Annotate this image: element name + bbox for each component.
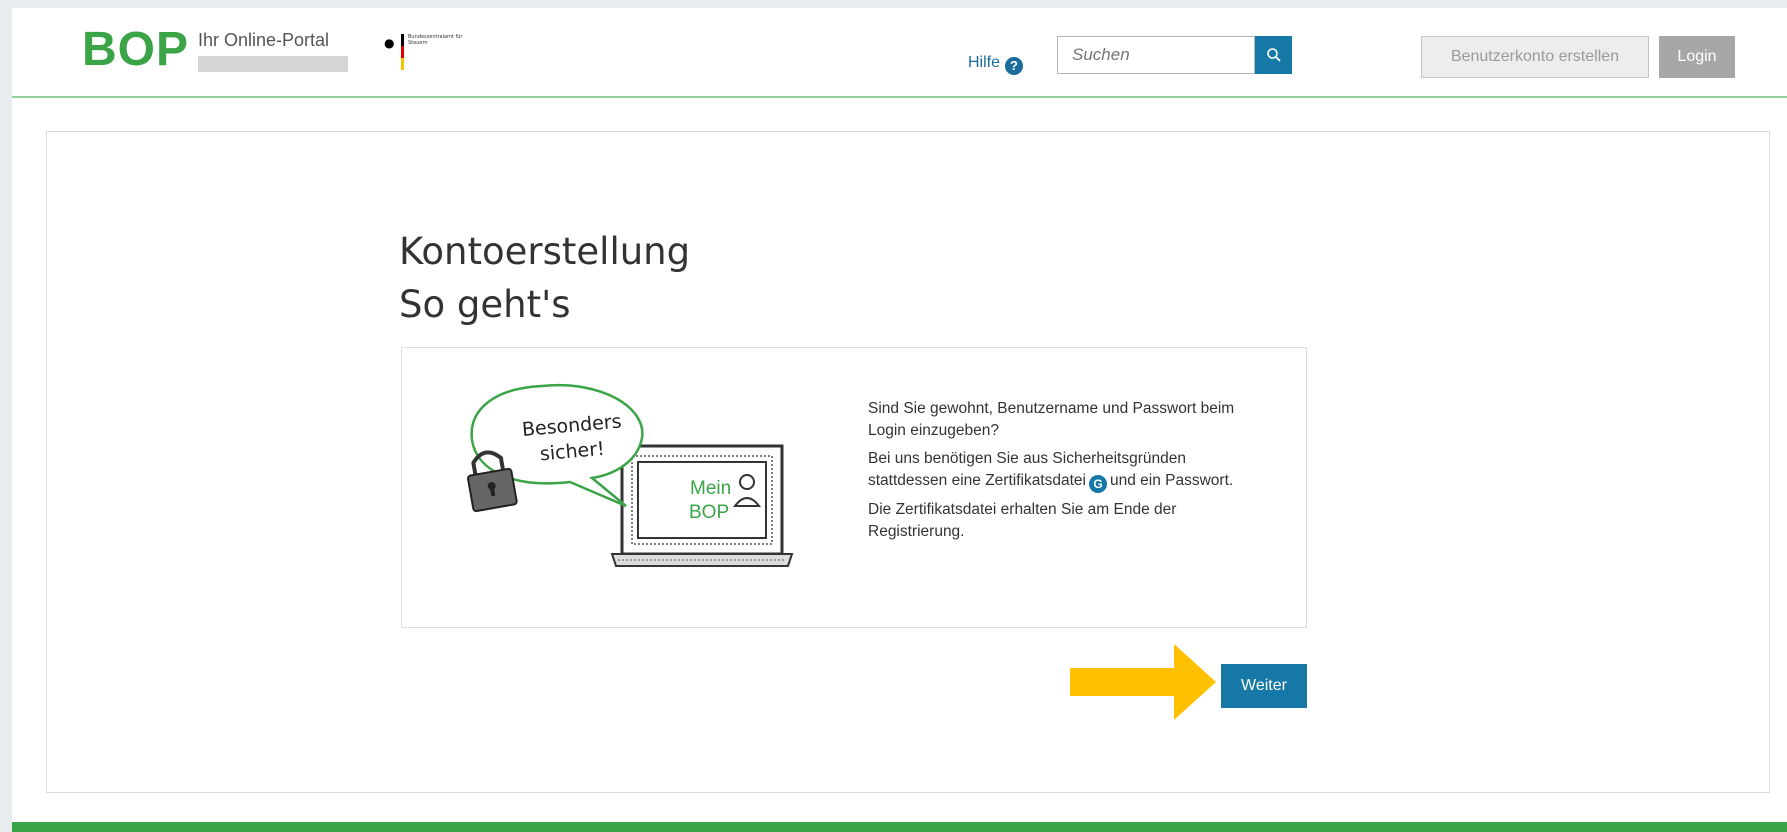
- search-icon: [1267, 48, 1281, 62]
- info-text: Sind Sie gewohnt, Benutzername und Passw…: [868, 398, 1268, 549]
- info-paragraph-2-end: und ein Passwort.: [1109, 472, 1234, 489]
- next-button[interactable]: Weiter: [1221, 664, 1307, 708]
- help-icon: ?: [1005, 57, 1024, 75]
- info-paragraph-1: Sind Sie gewohnt, Benutzername und Passw…: [868, 400, 1235, 439]
- create-account-button[interactable]: Benutzerkonto erstellen: [1421, 36, 1649, 78]
- screen-text-line2: BOP: [689, 502, 729, 523]
- glossary-icon[interactable]: G: [1088, 475, 1107, 493]
- info-paragraph-3: Die Zertifikatsdatei erhalten Sie am End…: [868, 501, 1177, 540]
- page-title: Kontoerstellung: [399, 230, 691, 273]
- bop-logo[interactable]: BOP: [82, 26, 189, 74]
- login-button[interactable]: Login: [1659, 36, 1735, 78]
- security-illustration: Mein BOP Besonders sicher!: [467, 383, 794, 567]
- portal-title: Ihr Online-Portal: [198, 30, 330, 50]
- government-logo: ● Bundeszentralamt für Steuern: [384, 32, 464, 76]
- government-logo-text: Bundeszentralamt für Steuern: [408, 34, 463, 46]
- info-paragraph-2: Bei uns benötigen Sie aus Sicherheitsgrü…: [868, 448, 1268, 493]
- search-input[interactable]: [1057, 36, 1255, 74]
- eagle-icon: ●: [384, 36, 395, 50]
- portal-subtitle-placeholder: [198, 56, 348, 72]
- footer-bar: [12, 822, 1787, 832]
- help-link[interactable]: Hilfe?: [968, 54, 1024, 75]
- page-subtitle: So geht's: [399, 283, 571, 326]
- screen-text-line1: Mein: [690, 478, 731, 499]
- german-flag-icon: [401, 34, 404, 70]
- search-button[interactable]: [1255, 36, 1292, 74]
- highlight-arrow-icon: [1070, 644, 1216, 720]
- header: BOP Ihr Online-Portal ● Bundeszentralamt…: [12, 8, 1787, 98]
- page: BOP Ihr Online-Portal ● Bundeszentralamt…: [12, 8, 1787, 832]
- help-label: Hilfe: [968, 54, 1001, 71]
- info-box: Mein BOP Besonders sicher! Sind Sie gewo…: [401, 347, 1307, 628]
